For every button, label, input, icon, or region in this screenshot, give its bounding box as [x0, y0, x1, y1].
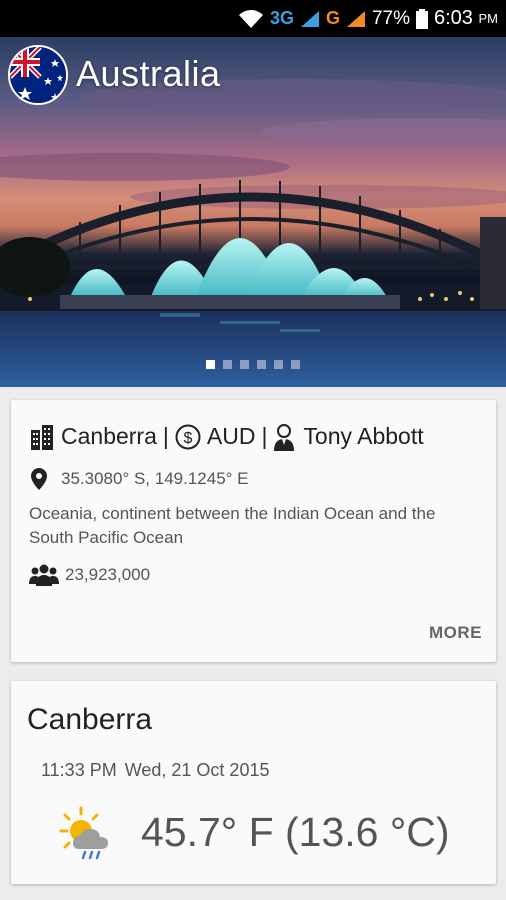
- svg-text:$: $: [183, 430, 192, 447]
- currency-code: AUD: [206, 422, 256, 449]
- signal-icon-2: [346, 10, 366, 28]
- country-description: Oceania, continent between the Indian Oc…: [29, 504, 436, 547]
- network-g-label: G: [325, 8, 340, 28]
- weather-card: Canberra 11:33 PM Wed, 21 Oct 2015 45.7° …: [11, 681, 496, 884]
- coordinates-row: 35.3080° S, 149.1245° E: [31, 468, 249, 490]
- clock: 6:03 PM: [434, 7, 498, 30]
- country-hero-carousel[interactable]: Australia: [0, 37, 506, 387]
- carousel-dot-5[interactable]: [274, 360, 283, 369]
- australia-flag-icon: [8, 45, 68, 105]
- clock-time: 6:03: [434, 7, 473, 29]
- clock-ampm: PM: [478, 11, 499, 26]
- currency-icon: $: [175, 423, 201, 451]
- coordinates-text: 35.3080° S, 149.1245° E: [61, 469, 249, 488]
- carousel-dot-3[interactable]: [240, 360, 249, 369]
- status-bar: 3G G 77% 6:03 PM: [0, 0, 506, 37]
- weather-date: Wed, 21 Oct 2015: [124, 760, 270, 780]
- weather-time: 11:33 PM: [41, 760, 117, 780]
- country-info-card: Canberra | $ AUD | Tony Abbott 35.3080°: [11, 400, 496, 662]
- population-icon: [29, 564, 59, 586]
- battery-icon: [416, 8, 428, 29]
- carousel-indicator: [0, 360, 506, 369]
- building-icon: [29, 423, 55, 451]
- leader-name: Tony Abbott: [303, 422, 424, 449]
- country-summary-line: Canberra | $ AUD | Tony Abbott: [29, 422, 424, 451]
- signal-icon: [300, 10, 320, 28]
- wifi-icon: [238, 9, 264, 29]
- capital-name: Canberra: [61, 422, 157, 449]
- weather-temperature: 45.7° F (13.6 °C): [141, 809, 450, 855]
- separator-2: |: [261, 422, 268, 449]
- weather-city: Canberra: [27, 703, 153, 736]
- carousel-dot-1[interactable]: [206, 360, 215, 369]
- country-title: Australia: [76, 53, 221, 94]
- population-text: 23,923,000: [65, 565, 151, 584]
- leader-icon: [273, 422, 295, 451]
- battery-percent: 77%: [371, 7, 410, 29]
- location-pin-icon: [31, 468, 47, 490]
- carousel-dot-6[interactable]: [291, 360, 300, 369]
- carousel-dot-4[interactable]: [257, 360, 266, 369]
- more-button[interactable]: MORE: [429, 623, 482, 643]
- network-3g-label: 3G: [269, 8, 294, 28]
- carousel-dot-2[interactable]: [223, 360, 232, 369]
- population-row: 23,923,000: [29, 564, 150, 586]
- weather-datetime: 11:33 PM Wed, 21 Oct 2015: [41, 760, 269, 781]
- separator: |: [162, 422, 169, 449]
- sun-cloud-rain-icon: [59, 805, 115, 866]
